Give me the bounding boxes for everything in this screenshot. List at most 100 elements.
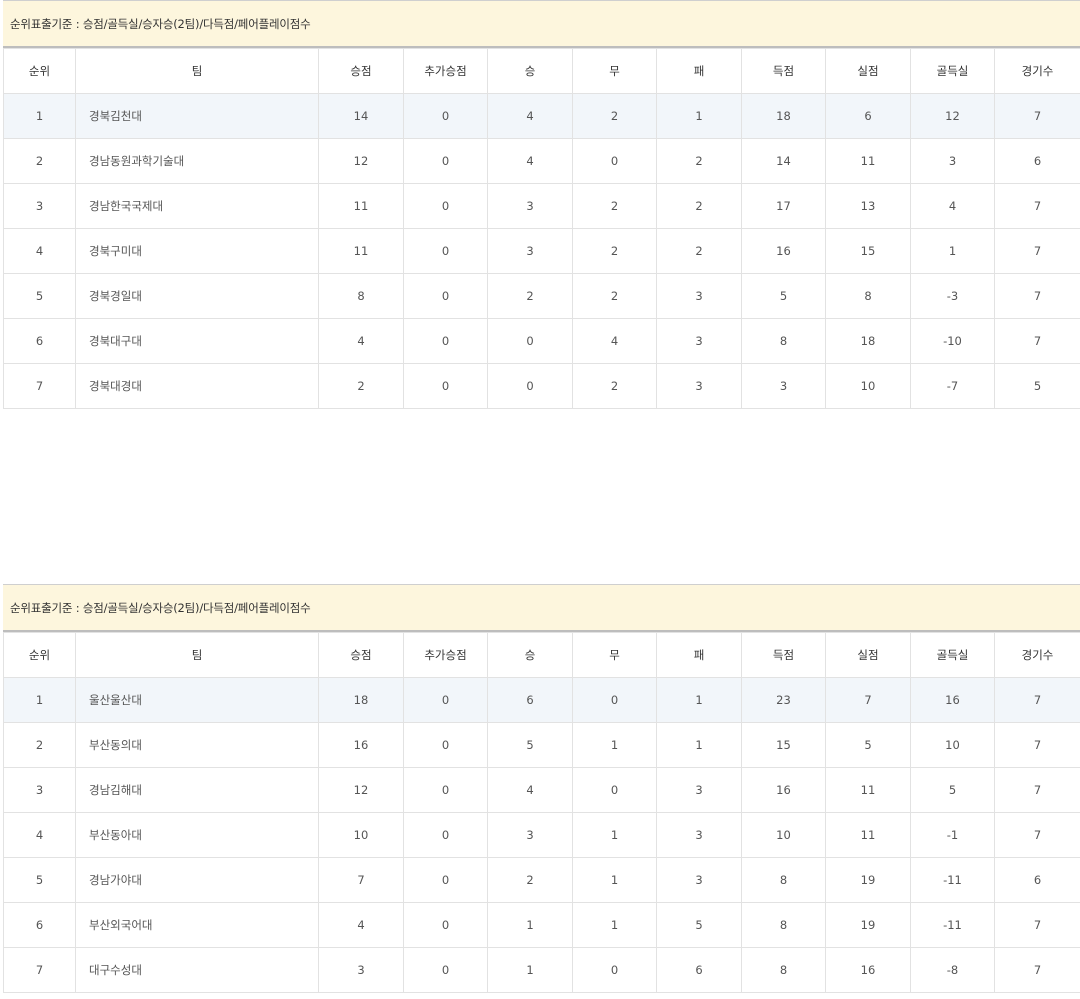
bonus-points-cell: 0 bbox=[403, 947, 488, 993]
games-played-cell: 6 bbox=[994, 857, 1080, 903]
goals-for-cell: 23 bbox=[741, 677, 826, 723]
points-cell: 11 bbox=[318, 228, 404, 274]
table-row: 7 경북대경대 2 0 0 2 3 3 10 -7 5 bbox=[3, 363, 1080, 409]
bonus-points-cell: 0 bbox=[403, 677, 488, 723]
losses-cell: 3 bbox=[656, 273, 742, 319]
column-header-wins: 승 bbox=[487, 48, 573, 94]
games-played-cell: 7 bbox=[994, 722, 1080, 768]
ranking-criteria: 순위표출기준 : 승점/골득실/승자승(2팀)/다득점/페어플레이점수 bbox=[3, 585, 1080, 632]
column-header-rank: 순위 bbox=[3, 48, 76, 94]
points-cell: 12 bbox=[318, 767, 404, 813]
team-cell: 경북경일대 bbox=[75, 273, 319, 319]
team-cell: 경북대경대 bbox=[75, 363, 319, 409]
goals-against-cell: 7 bbox=[825, 677, 911, 723]
wins-cell: 1 bbox=[487, 902, 573, 948]
points-cell: 16 bbox=[318, 722, 404, 768]
goals-for-cell: 16 bbox=[741, 767, 826, 813]
points-cell: 3 bbox=[318, 947, 404, 993]
draws-cell: 2 bbox=[572, 273, 657, 319]
losses-cell: 3 bbox=[656, 857, 742, 903]
standings-table: 순위 팀 승점 추가승점 승 무 패 득점 실점 골득실 경기수 1 경북김천대 14 0 4 2 1 18 6 12… bbox=[3, 48, 1080, 409]
points-cell: 11 bbox=[318, 183, 404, 229]
wins-cell: 2 bbox=[487, 857, 573, 903]
wins-cell: 5 bbox=[487, 722, 573, 768]
wins-cell: 3 bbox=[487, 812, 573, 858]
goals-for-cell: 3 bbox=[741, 363, 826, 409]
games-played-cell: 7 bbox=[994, 947, 1080, 993]
rank-cell: 7 bbox=[3, 947, 76, 993]
goal-difference-cell: -8 bbox=[910, 947, 995, 993]
column-header-games-played: 경기수 bbox=[994, 48, 1080, 94]
rank-cell: 5 bbox=[3, 857, 76, 903]
losses-cell: 5 bbox=[656, 902, 742, 948]
bonus-points-cell: 0 bbox=[403, 902, 488, 948]
draws-cell: 2 bbox=[572, 93, 657, 139]
rank-cell: 6 bbox=[3, 318, 76, 364]
bonus-points-cell: 0 bbox=[403, 363, 488, 409]
column-header-goals-for: 득점 bbox=[741, 48, 826, 94]
team-cell: 경남김해대 bbox=[75, 767, 319, 813]
points-cell: 12 bbox=[318, 138, 404, 184]
column-header-rank: 순위 bbox=[3, 632, 76, 678]
column-header-draws: 무 bbox=[572, 632, 657, 678]
goal-difference-cell: -3 bbox=[910, 273, 995, 319]
column-header-draws: 무 bbox=[572, 48, 657, 94]
goal-difference-cell: 16 bbox=[910, 677, 995, 723]
goal-difference-cell: -11 bbox=[910, 857, 995, 903]
goals-for-cell: 17 bbox=[741, 183, 826, 229]
team-cell: 부산동아대 bbox=[75, 812, 319, 858]
draws-cell: 1 bbox=[572, 857, 657, 903]
points-cell: 14 bbox=[318, 93, 404, 139]
draws-cell: 2 bbox=[572, 228, 657, 274]
table-row: 4 부산동아대 10 0 3 1 3 10 11 -1 7 bbox=[3, 812, 1080, 858]
goals-against-cell: 10 bbox=[825, 363, 911, 409]
losses-cell: 1 bbox=[656, 677, 742, 723]
bonus-points-cell: 0 bbox=[403, 767, 488, 813]
draws-cell: 0 bbox=[572, 767, 657, 813]
draws-cell: 0 bbox=[572, 138, 657, 184]
goals-for-cell: 8 bbox=[741, 857, 826, 903]
rank-cell: 1 bbox=[3, 677, 76, 723]
standings-block-1: 순위표출기준 : 승점/골득실/승자승(2팀)/다득점/페어플레이점수 순위 팀 승… bbox=[3, 0, 1080, 409]
losses-cell: 1 bbox=[656, 93, 742, 139]
goals-against-cell: 18 bbox=[825, 318, 911, 364]
rank-cell: 1 bbox=[3, 93, 76, 139]
column-header-goal-difference: 골득실 bbox=[910, 632, 995, 678]
losses-cell: 3 bbox=[656, 363, 742, 409]
losses-cell: 3 bbox=[656, 767, 742, 813]
table-row: 6 부산외국어대 4 0 1 1 5 8 19 -11 7 bbox=[3, 902, 1080, 948]
wins-cell: 3 bbox=[487, 228, 573, 274]
bonus-points-cell: 0 bbox=[403, 183, 488, 229]
points-cell: 18 bbox=[318, 677, 404, 723]
bonus-points-cell: 0 bbox=[403, 138, 488, 184]
losses-cell: 2 bbox=[656, 138, 742, 184]
losses-cell: 3 bbox=[656, 318, 742, 364]
wins-cell: 4 bbox=[487, 767, 573, 813]
goals-against-cell: 8 bbox=[825, 273, 911, 319]
goal-difference-cell: 3 bbox=[910, 138, 995, 184]
rank-cell: 7 bbox=[3, 363, 76, 409]
goals-against-cell: 11 bbox=[825, 812, 911, 858]
goals-for-cell: 8 bbox=[741, 902, 826, 948]
draws-cell: 1 bbox=[572, 722, 657, 768]
draws-cell: 1 bbox=[572, 902, 657, 948]
column-header-goals-against: 실점 bbox=[825, 48, 911, 94]
team-cell: 경북김천대 bbox=[75, 93, 319, 139]
goals-against-cell: 19 bbox=[825, 902, 911, 948]
goal-difference-cell: 4 bbox=[910, 183, 995, 229]
games-played-cell: 7 bbox=[994, 93, 1080, 139]
goal-difference-cell: -11 bbox=[910, 902, 995, 948]
goals-for-cell: 8 bbox=[741, 947, 826, 993]
bonus-points-cell: 0 bbox=[403, 273, 488, 319]
column-header-team: 팀 bbox=[75, 632, 319, 678]
points-cell: 4 bbox=[318, 318, 404, 364]
losses-cell: 6 bbox=[656, 947, 742, 993]
column-header-wins: 승 bbox=[487, 632, 573, 678]
bonus-points-cell: 0 bbox=[403, 857, 488, 903]
games-played-cell: 5 bbox=[994, 363, 1080, 409]
draws-cell: 2 bbox=[572, 183, 657, 229]
header-row: 순위 팀 승점 추가승점 승 무 패 득점 실점 골득실 경기수 bbox=[3, 48, 1080, 94]
goals-for-cell: 5 bbox=[741, 273, 826, 319]
standings-block-2: 순위표출기준 : 승점/골득실/승자승(2팀)/다득점/페어플레이점수 순위 팀 승… bbox=[3, 584, 1080, 993]
column-header-points: 승점 bbox=[318, 48, 404, 94]
